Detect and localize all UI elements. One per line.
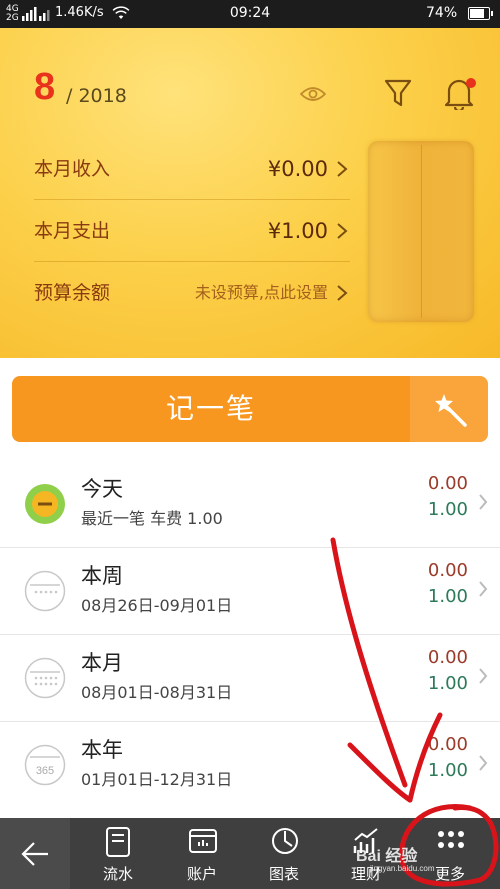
filter-icon[interactable] <box>384 78 412 108</box>
chevron-right-icon <box>479 581 488 597</box>
period-row-today[interactable]: 今天 最近一笔 车费 1.00 0.00 1.00 <box>0 461 500 548</box>
period-income: 0.00 <box>427 647 468 668</box>
period-row-year[interactable]: 365 本年 01月01日-12月31日 0.00 1.00 <box>0 722 500 809</box>
arrow-left-icon <box>21 842 48 866</box>
month-income-value: ¥0.00 <box>267 157 328 181</box>
battery-icon <box>468 7 493 20</box>
period-income: 0.00 <box>427 560 468 581</box>
chevron-right-icon <box>337 161 348 177</box>
notification-dot <box>466 78 476 88</box>
chevron-right-icon <box>337 285 348 301</box>
period-title: 本月 <box>81 651 123 675</box>
budget-balance-row[interactable]: 预算余额 未设预算,点此设置 <box>34 262 350 324</box>
chevron-right-icon <box>479 755 488 771</box>
month-expense-value: ¥1.00 <box>267 219 328 243</box>
period-expense: 1.00 <box>427 499 468 520</box>
calendar-year-label: 365 <box>36 765 54 777</box>
watermark: Bai 经验 jingyan.baidu.com <box>356 842 434 873</box>
budget-balance-value: 未设预算,点此设置 <box>194 283 328 302</box>
month-expense-label: 本月支出 <box>34 220 111 242</box>
budget-balance-label: 预算余额 <box>34 282 111 304</box>
nav-label: 账户 <box>186 865 217 883</box>
period-income: 0.00 <box>427 734 468 755</box>
bottom-nav: 流水 账户 图表 理财 更多 <box>0 818 500 889</box>
watermark-sub: jingyan.baidu.com <box>370 864 435 873</box>
record-entry-button[interactable]: 记一笔 <box>12 376 410 442</box>
calendar-week-icon <box>24 570 66 612</box>
nav-label: 图表 <box>268 865 299 883</box>
budget-card[interactable] <box>368 141 474 322</box>
period-title: 今天 <box>81 477 123 501</box>
calendar-year-icon: 365 <box>24 744 66 786</box>
period-subtitle: 最近一笔 车费 1.00 <box>81 509 223 528</box>
period-subtitle: 08月26日-09月01日 <box>81 596 233 615</box>
clock: 09:24 <box>229 5 271 21</box>
period-expense: 1.00 <box>427 673 468 694</box>
month-income-row[interactable]: 本月收入 ¥0.00 <box>34 138 350 200</box>
period-income: 0.00 <box>427 473 468 494</box>
period-expense: 1.00 <box>427 760 468 781</box>
calendar-month-icon <box>24 657 66 699</box>
period-title: 本周 <box>81 564 123 588</box>
ledger-icon <box>106 827 130 857</box>
nav-charts[interactable]: 图表 <box>244 818 324 889</box>
nav-ledger[interactable]: 流水 <box>78 818 158 889</box>
status-bar: 4G 2G 1.46K/s 09:24 74% <box>0 0 500 28</box>
chart-icon <box>272 828 298 854</box>
magic-wand-icon <box>435 394 467 427</box>
chevron-right-icon <box>479 494 488 510</box>
current-year[interactable]: / 2018 <box>66 85 127 107</box>
period-subtitle: 08月01日-08月31日 <box>81 683 233 702</box>
today-icon <box>25 484 65 524</box>
wallet-icon <box>189 829 217 853</box>
chevron-right-icon <box>479 668 488 684</box>
watermark-text: Bai 经验 <box>356 848 418 865</box>
month-income-label: 本月收入 <box>34 158 111 180</box>
nav-accounts[interactable]: 账户 <box>162 818 242 889</box>
nav-label: 流水 <box>102 865 133 883</box>
current-month[interactable]: 8 <box>34 66 55 109</box>
period-subtitle: 01月01日-12月31日 <box>81 770 233 789</box>
chevron-right-icon <box>337 223 348 239</box>
period-row-month[interactable]: 本月 08月01日-08月31日 0.00 1.00 <box>0 635 500 722</box>
eye-icon[interactable] <box>300 84 326 104</box>
nav-more[interactable]: 更多 <box>410 818 490 889</box>
month-expense-row[interactable]: 本月支出 ¥1.00 <box>34 200 350 262</box>
quick-record-button[interactable] <box>410 376 488 442</box>
summary-header: 8 / 2018 本月收入 ¥0.00 本月支出 ¥1.00 预算余额 未设预算… <box>0 28 500 358</box>
period-row-week[interactable]: 本周 08月26日-09月01日 0.00 1.00 <box>0 548 500 635</box>
period-expense: 1.00 <box>427 586 468 607</box>
back-button[interactable] <box>0 818 70 889</box>
period-title: 本年 <box>81 738 123 762</box>
more-icon <box>438 831 464 848</box>
battery-percent: 74% <box>426 5 458 21</box>
